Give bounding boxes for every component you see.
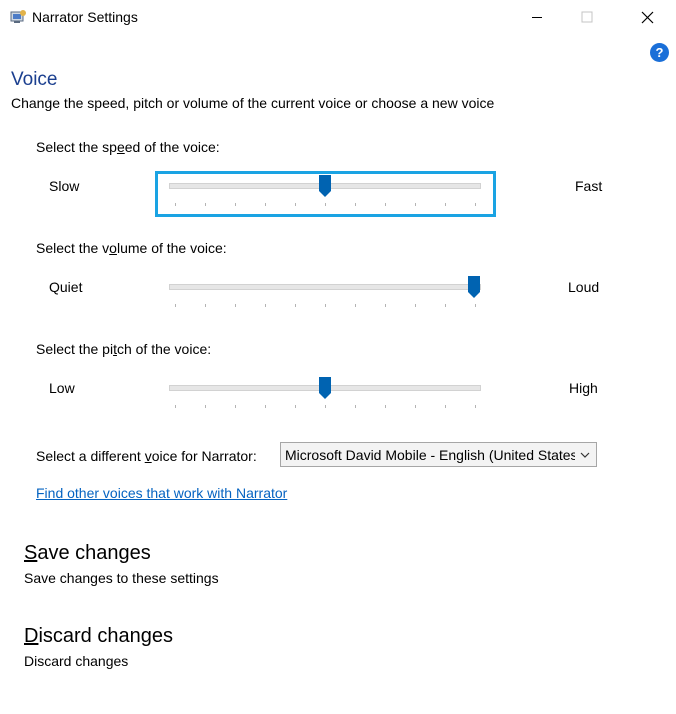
speed-slider-tick <box>385 203 386 206</box>
speed-slider-tick <box>325 203 326 206</box>
volume-label: Select the volume of the voice: <box>36 240 227 256</box>
pitch-slider-tick <box>475 405 476 408</box>
pitch-slider-tick <box>175 405 176 408</box>
voice-dropdown[interactable]: Microsoft David Mobile - English (United… <box>280 442 597 467</box>
speed-max-label: Fast <box>575 178 603 194</box>
speed-slider-tick <box>415 203 416 206</box>
pitch-slider-tick <box>415 405 416 408</box>
volume-slider-tick <box>235 304 236 307</box>
save-changes-button[interactable]: Save changes <box>24 542 151 565</box>
pitch-slider-tick <box>385 405 386 408</box>
pitch-min-label: Low <box>49 380 75 396</box>
pitch-slider-tick <box>205 405 206 408</box>
volume-slider-tick <box>265 304 266 307</box>
speed-min-label: Slow <box>49 178 80 194</box>
speed-slider-tick <box>175 203 176 206</box>
speed-slider-tick <box>475 203 476 206</box>
volume-slider-tick <box>175 304 176 307</box>
speed-slider-tick <box>265 203 266 206</box>
pitch-slider-tick <box>325 405 326 408</box>
volume-slider-track <box>169 284 481 290</box>
minimize-button[interactable] <box>514 0 560 34</box>
speed-slider-tick <box>205 203 206 206</box>
close-icon <box>641 11 653 23</box>
help-icon[interactable]: ? <box>650 43 669 62</box>
speed-slider-thumb[interactable] <box>318 174 332 198</box>
title-bar: Narrator Settings <box>0 0 676 34</box>
pitch-label: Select the pitch of the voice: <box>36 341 212 357</box>
volume-max-label: Loud <box>568 279 600 295</box>
voice-dropdown-value: Microsoft David Mobile - English (United… <box>285 446 575 463</box>
volume-slider-thumb[interactable] <box>467 275 481 299</box>
volume-slider-tick <box>385 304 386 307</box>
page-subtitle: Change the speed, pitch or volume of the… <box>11 95 495 111</box>
volume-slider-tick <box>325 304 326 307</box>
speed-slider-tick <box>295 203 296 206</box>
maximize-icon <box>581 11 593 23</box>
volume-slider-tick <box>295 304 296 307</box>
pitch-slider-tick <box>235 405 236 408</box>
minimize-icon <box>532 17 542 18</box>
volume-slider-tick <box>445 304 446 307</box>
pitch-slider[interactable] <box>169 376 481 416</box>
volume-slider-tick <box>205 304 206 307</box>
volume-slider-tick <box>355 304 356 307</box>
speed-slider-tick <box>235 203 236 206</box>
chevron-down-icon <box>580 452 590 458</box>
speed-slider[interactable] <box>169 174 481 214</box>
pitch-slider-tick <box>265 405 266 408</box>
pitch-slider-tick <box>295 405 296 408</box>
find-voices-link[interactable]: Find other voices that work with Narrato… <box>36 485 287 501</box>
window-title: Narrator Settings <box>32 9 138 25</box>
pitch-slider-tick <box>445 405 446 408</box>
discard-changes-button[interactable]: Discard changes <box>24 625 173 648</box>
volume-slider[interactable] <box>169 275 481 315</box>
speed-slider-tick <box>355 203 356 206</box>
pitch-slider-thumb[interactable] <box>318 376 332 400</box>
volume-min-label: Quiet <box>49 279 83 295</box>
app-icon <box>9 9 27 25</box>
voice-select-label: Select a different voice for Narrator: <box>36 448 257 464</box>
discard-changes-subtitle: Discard changes <box>24 653 129 669</box>
volume-slider-tick <box>475 304 476 307</box>
close-button[interactable] <box>624 0 670 34</box>
volume-slider-tick <box>415 304 416 307</box>
speed-slider-tick <box>445 203 446 206</box>
save-changes-subtitle: Save changes to these settings <box>24 570 219 586</box>
pitch-slider-tick <box>355 405 356 408</box>
speed-label: Select the speed of the voice: <box>36 139 220 155</box>
maximize-button[interactable] <box>564 0 610 34</box>
pitch-max-label: High <box>569 380 598 396</box>
page-title: Voice <box>11 69 58 90</box>
